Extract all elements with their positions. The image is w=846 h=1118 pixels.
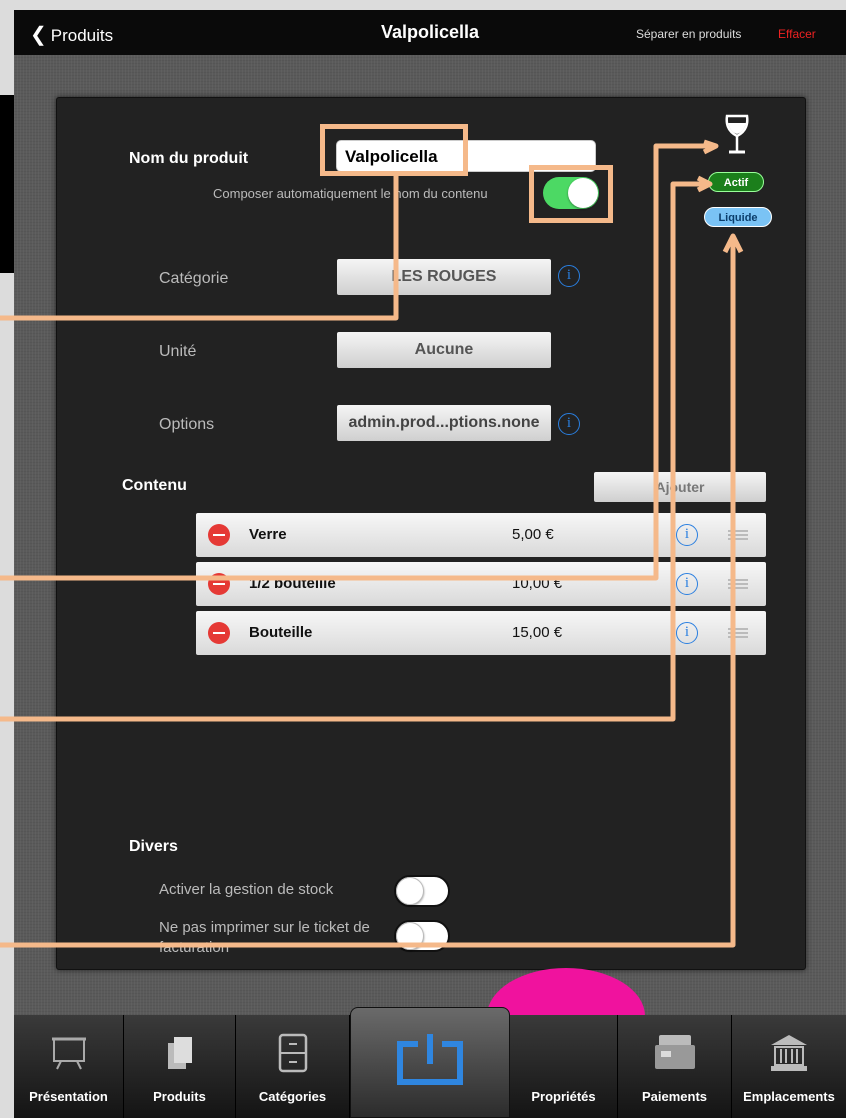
- tab-label: Catégories: [258, 1089, 327, 1104]
- products-icon: [167, 1037, 192, 1069]
- tab-presentation[interactable]: Présentation: [14, 1015, 124, 1118]
- tab-label: Produits: [153, 1089, 206, 1104]
- tab-products[interactable]: Produits: [124, 1015, 236, 1118]
- tab-locations[interactable]: Emplacements: [732, 1015, 846, 1118]
- tab-label: Paiements: [641, 1089, 708, 1104]
- annotation-arrows: [0, 139, 744, 948]
- tab-categories[interactable]: Catégories: [236, 1015, 350, 1118]
- presentation-icon: [51, 1037, 86, 1070]
- tab-label: Présentation: [29, 1089, 108, 1104]
- tab-payments[interactable]: Paiements: [618, 1015, 732, 1118]
- tab-label: Emplacements: [743, 1089, 835, 1104]
- locations-icon: [771, 1035, 807, 1071]
- tab-home[interactable]: [350, 1007, 510, 1118]
- tab-bar: Présentation Produits Catégories Proprié…: [14, 1007, 846, 1118]
- payments-icon: [654, 1035, 695, 1069]
- power-icon: [397, 1034, 463, 1085]
- tab-properties[interactable]: Propriétés: [510, 1015, 618, 1118]
- categories-icon: [278, 1033, 307, 1073]
- tab-label: Propriétés: [531, 1089, 596, 1104]
